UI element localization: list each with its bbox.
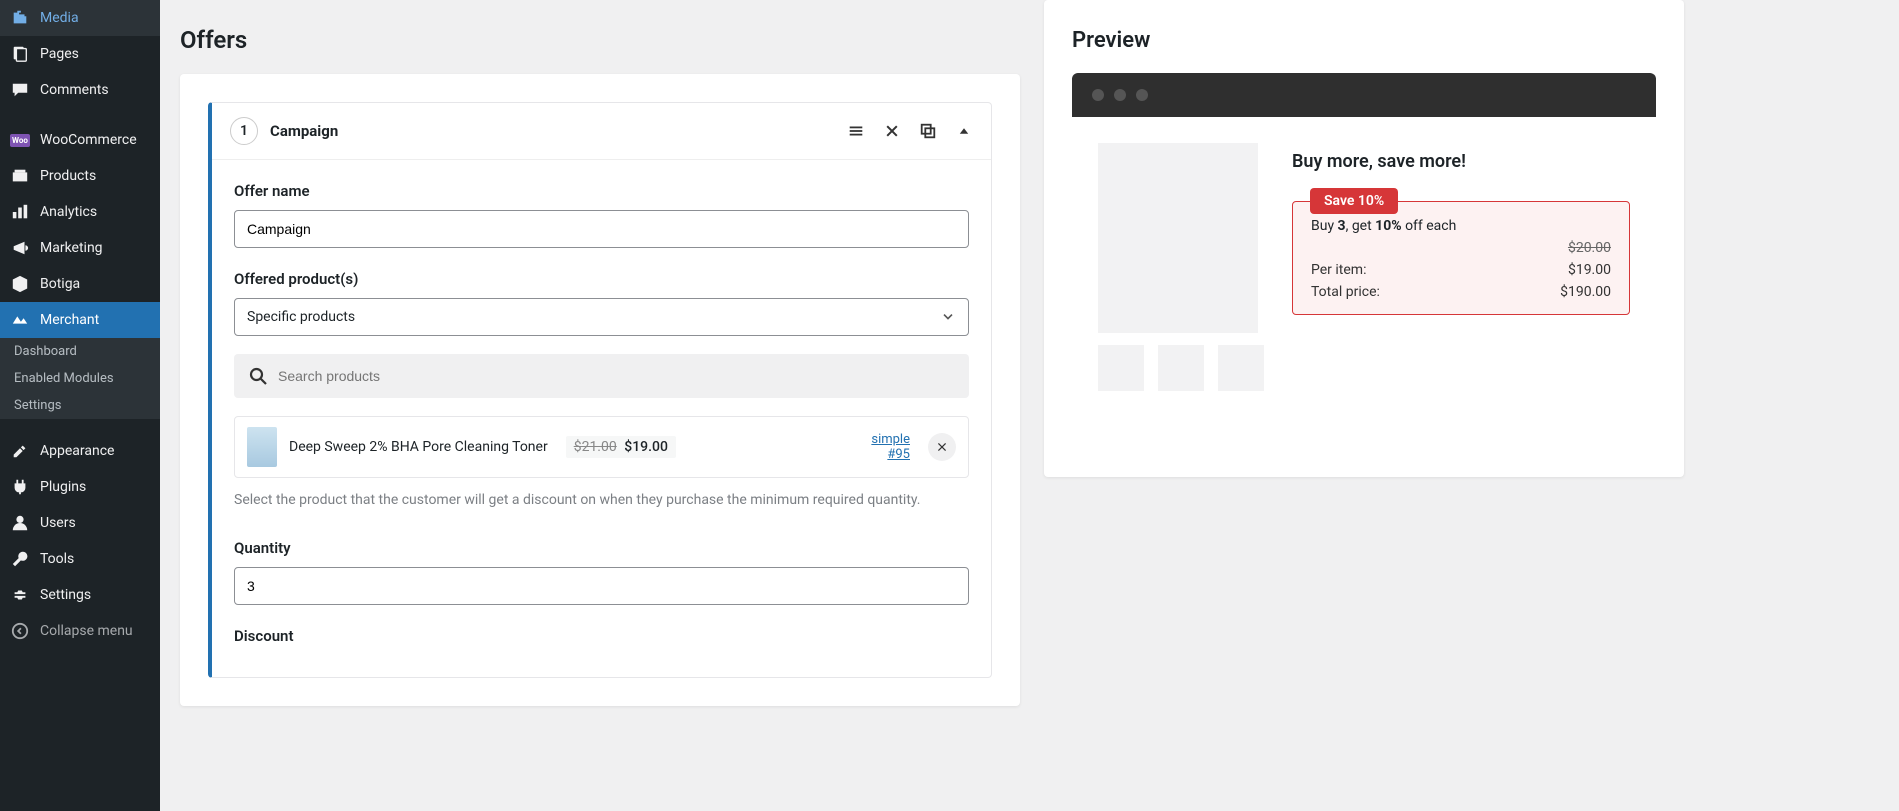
product-thumbnail [247,427,277,467]
preview-gallery [1098,143,1264,391]
sidebar-item-settings[interactable]: Settings [0,577,160,613]
traffic-dot-yellow [1114,89,1126,101]
users-icon [10,513,30,533]
sidebar-item-tools[interactable]: Tools [0,541,160,577]
product-search[interactable] [234,354,969,398]
collapse-icon [10,621,30,641]
sidebar-item-pages[interactable]: Pages [0,36,160,72]
collapse-arrow-icon[interactable] [955,122,973,140]
offer-name-input[interactable] [234,210,969,248]
plugins-icon [10,477,30,497]
sidebar-collapse[interactable]: Collapse menu [0,613,160,649]
submenu-settings[interactable]: Settings [0,392,160,419]
search-icon [248,366,268,386]
appearance-icon [10,441,30,461]
merchant-submenu: Dashboard Enabled Modules Settings [0,338,160,419]
sidebar-item-appearance[interactable]: Appearance [0,433,160,469]
offer-name-label: Offer name [234,182,969,200]
selected-product-row: Deep Sweep 2% BHA Pore Cleaning Toner $2… [234,416,969,478]
campaign-block: 1 Campaign Offer name Offered product(s) [208,102,992,678]
chevron-down-icon [940,309,956,325]
product-meta[interactable]: simple #95 [871,432,910,462]
remove-product-button[interactable] [928,433,956,461]
product-name: Deep Sweep 2% BHA Pore Cleaning Toner [289,439,548,455]
promo-total-row: Total price: $190.00 [1311,284,1611,300]
promo-old-price-row: $20.00 [1311,240,1611,256]
product-help-text: Select the product that the customer wil… [234,490,969,511]
duplicate-icon[interactable] [919,122,937,140]
offers-title: Offers [180,0,1020,74]
preview-pane: Buy more, save more! Save 10% Buy 3, get… [1072,73,1656,417]
pages-icon [10,44,30,64]
save-badge: Save 10% [1310,188,1398,214]
traffic-dot-green [1136,89,1148,101]
discount-label: Discount [234,627,969,645]
quantity-label: Quantity [234,539,969,557]
campaign-title: Campaign [270,122,835,140]
settings-icon [10,585,30,605]
sidebar-item-plugins[interactable]: Plugins [0,469,160,505]
preview-thumb-2 [1158,345,1204,391]
sidebar-item-media[interactable]: Media [0,0,160,36]
tools-icon [10,549,30,569]
product-search-input[interactable] [278,368,955,384]
traffic-dot-red [1092,89,1104,101]
merchant-icon [10,310,30,330]
promo-title: Buy more, save more! [1292,151,1630,172]
submenu-enabled-modules[interactable]: Enabled Modules [0,365,160,392]
preview-offer: Buy more, save more! Save 10% Buy 3, get… [1292,143,1630,391]
preview-title: Preview [1072,28,1656,73]
preview-thumb-1 [1098,345,1144,391]
sidebar-item-users[interactable]: Users [0,505,160,541]
sidebar-item-botiga[interactable]: Botiga [0,266,160,302]
preview-thumb-3 [1218,345,1264,391]
botiga-icon [10,274,30,294]
sidebar-item-marketing[interactable]: Marketing [0,230,160,266]
offered-products-label: Offered product(s) [234,270,969,288]
sidebar-item-products[interactable]: Products [0,158,160,194]
products-icon [10,166,30,186]
quantity-input[interactable] [234,567,969,605]
campaign-step: 1 [230,117,258,145]
media-icon [10,8,30,28]
admin-sidebar: Media Pages Comments Woo WooCommerce Pro… [0,0,160,811]
drag-icon[interactable] [847,122,865,140]
preview-main-image [1098,143,1258,333]
sidebar-item-merchant[interactable]: Merchant [0,302,160,338]
delete-icon[interactable] [883,122,901,140]
promo-box: Buy 3, get 10% off each $20.00 Per item:… [1292,201,1630,315]
comments-icon [10,80,30,100]
analytics-icon [10,202,30,222]
marketing-icon [10,238,30,258]
product-prices: $21.00 $19.00 [566,436,676,458]
sidebar-item-analytics[interactable]: Analytics [0,194,160,230]
promo-rule-text: Buy 3, get 10% off each [1311,218,1611,234]
browser-bar [1072,73,1656,117]
preview-card: Preview [1044,0,1684,477]
sidebar-item-comments[interactable]: Comments [0,72,160,108]
offers-card: 1 Campaign Offer name Offered product(s) [180,74,1020,706]
promo-per-item-row: Per item: $19.00 [1311,262,1611,278]
submenu-dashboard[interactable]: Dashboard [0,338,160,365]
woocommerce-icon: Woo [10,130,30,150]
sidebar-item-woocommerce[interactable]: Woo WooCommerce [0,122,160,158]
products-select[interactable]: Specific products [234,298,969,336]
